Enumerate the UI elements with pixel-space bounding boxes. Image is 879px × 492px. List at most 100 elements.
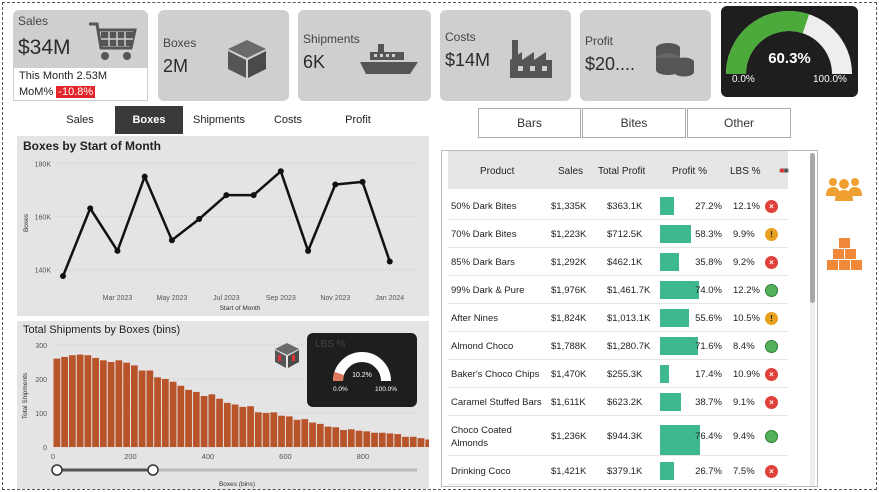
line-point[interactable]: [141, 173, 148, 180]
histogram-bar[interactable]: [123, 362, 130, 447]
line-point[interactable]: [168, 237, 175, 244]
people-group-icon[interactable]: [825, 176, 863, 202]
histogram-bar[interactable]: [301, 419, 309, 447]
histogram-bar[interactable]: [270, 412, 278, 447]
histogram-bar[interactable]: [84, 355, 92, 447]
histogram-bar[interactable]: [146, 370, 154, 448]
histogram-bar[interactable]: [192, 391, 200, 447]
histogram-bar[interactable]: [425, 439, 429, 447]
histogram-bar[interactable]: [68, 355, 76, 447]
segment-bites[interactable]: Bites: [582, 108, 686, 138]
histogram-bar[interactable]: [231, 404, 239, 448]
histogram-bar[interactable]: [169, 381, 177, 447]
histogram-bar[interactable]: [61, 356, 68, 447]
tab-costs[interactable]: Costs: [254, 106, 322, 134]
table-row[interactable]: After Nines $1,824K $1,013.1K 55.6% 10.5%!: [448, 304, 788, 332]
table-row[interactable]: Caramel Stuffed Bars $1,611K $623.2K 38.7% 9…: [448, 388, 788, 416]
histogram-bar[interactable]: [154, 377, 161, 447]
histogram-bar[interactable]: [99, 360, 107, 447]
histogram-bar[interactable]: [208, 394, 216, 447]
table-row[interactable]: 85% Dark Bars $1,292K $462.1K 35.8% 9.2% ×: [448, 248, 788, 276]
histogram-bar[interactable]: [293, 419, 301, 447]
scrollbar-thumb[interactable]: [810, 153, 815, 303]
histogram-bar[interactable]: [378, 432, 386, 447]
sales-this-month: This Month 2.53M: [19, 70, 108, 82]
col-sales[interactable]: Sales: [558, 166, 583, 177]
line-point[interactable]: [305, 247, 312, 254]
histogram-bar[interactable]: [402, 436, 409, 447]
profit-gauge-card[interactable]: 60.3% 0.0% 100.0%: [721, 6, 858, 97]
histogram-bar[interactable]: [347, 429, 355, 447]
histogram-bar[interactable]: [223, 402, 231, 447]
tab-profit[interactable]: Profit: [323, 106, 393, 134]
cell-sales: $1,611K: [551, 397, 586, 408]
line-point[interactable]: [250, 192, 257, 199]
tab-boxes[interactable]: Boxes: [115, 106, 183, 134]
histogram-bar[interactable]: [177, 385, 185, 447]
col-lbs-pct[interactable]: LBS %: [730, 166, 761, 177]
table-row[interactable]: 50% Dark Bites $1,335K $363.1K 27.2% 12.1% ×: [448, 192, 788, 220]
table-row[interactable]: 99% Dark & Pure $1,976K $1,461.7K 74.0% 12.2…: [448, 276, 788, 304]
histogram-bar[interactable]: [138, 370, 146, 448]
histogram-bar[interactable]: [254, 412, 262, 447]
line-point[interactable]: [359, 178, 366, 185]
histogram-bar[interactable]: [107, 362, 115, 447]
line-point[interactable]: [332, 181, 339, 188]
histogram-bar[interactable]: [324, 426, 332, 447]
histogram-bar[interactable]: [53, 358, 61, 447]
histogram-bar[interactable]: [417, 438, 425, 447]
shipments-card[interactable]: Shipments 6K: [298, 10, 431, 101]
histogram-bar[interactable]: [386, 433, 394, 447]
histogram-bar[interactable]: [363, 431, 371, 447]
histogram-bar[interactable]: [409, 436, 417, 447]
col-total-profit[interactable]: Total Profit: [598, 166, 645, 177]
histogram-bar[interactable]: [278, 415, 285, 447]
histogram-bar[interactable]: [115, 360, 123, 447]
col-profit-pct[interactable]: Profit %: [672, 166, 707, 177]
col-product[interactable]: Product: [480, 166, 514, 177]
costs-card[interactable]: Costs $14M: [440, 10, 571, 101]
lbs-mini-gauge-card[interactable]: LBS % 10.2% 0.0% 100.0%: [307, 333, 417, 407]
histogram-bar[interactable]: [92, 357, 99, 447]
histogram-bar[interactable]: [285, 416, 293, 447]
histogram-bar[interactable]: [247, 406, 254, 447]
histogram-bar[interactable]: [76, 354, 84, 447]
histogram-bar[interactable]: [309, 422, 316, 447]
line-point[interactable]: [196, 216, 203, 223]
histogram-bar[interactable]: [262, 413, 270, 447]
histogram-bar[interactable]: [355, 430, 363, 447]
table-row[interactable]: 70% Dark Bites $1,223K $712.5K 58.3% 9.9%!: [448, 220, 788, 248]
sales-card[interactable]: Sales $34M This Month 2.53M MoM% -10.8%: [13, 10, 148, 101]
histogram-bar[interactable]: [371, 432, 378, 447]
histogram-bar[interactable]: [161, 379, 169, 447]
histogram-bar[interactable]: [332, 427, 340, 447]
table-row[interactable]: Almond Choco $1,788K $1,280.7K 71.6% 8.4%: [448, 332, 788, 360]
stacked-boxes-icon[interactable]: [827, 236, 863, 272]
table-row[interactable]: Choco Coated Almonds $1,236K $944.3K 76.4% 9.…: [448, 416, 788, 456]
histogram-bar[interactable]: [394, 434, 402, 447]
histogram-bar[interactable]: [239, 406, 247, 447]
range-slider-handle-max[interactable]: [147, 464, 159, 476]
line-point[interactable]: [277, 168, 284, 175]
histogram-bar[interactable]: [130, 365, 138, 447]
range-slider-handle-min[interactable]: [51, 464, 63, 476]
histogram-bar[interactable]: [216, 398, 223, 447]
segment-bars[interactable]: Bars: [478, 108, 581, 138]
segment-other[interactable]: Other: [687, 108, 791, 138]
boxes-card[interactable]: Boxes 2M: [158, 10, 289, 101]
histogram-bar[interactable]: [185, 389, 192, 447]
profit-card[interactable]: Profit $20....: [580, 10, 711, 101]
tab-sales[interactable]: Sales: [46, 106, 114, 134]
line-point[interactable]: [60, 273, 66, 280]
table-scrollbar[interactable]: [810, 153, 815, 486]
histogram-bar[interactable]: [200, 396, 208, 447]
line-point[interactable]: [223, 192, 230, 199]
tab-shipments[interactable]: Shipments: [184, 106, 254, 134]
line-point[interactable]: [386, 258, 393, 265]
histogram-bar[interactable]: [316, 423, 324, 447]
line-point[interactable]: [114, 247, 121, 254]
table-row[interactable]: Drinking Coco $1,421K $379.1K 26.7% 7.5% ×: [448, 457, 788, 485]
line-point[interactable]: [87, 205, 94, 212]
table-row[interactable]: Baker's Choco Chips $1,470K $255.3K 17.4% 10…: [448, 360, 788, 388]
histogram-bar[interactable]: [340, 430, 347, 447]
